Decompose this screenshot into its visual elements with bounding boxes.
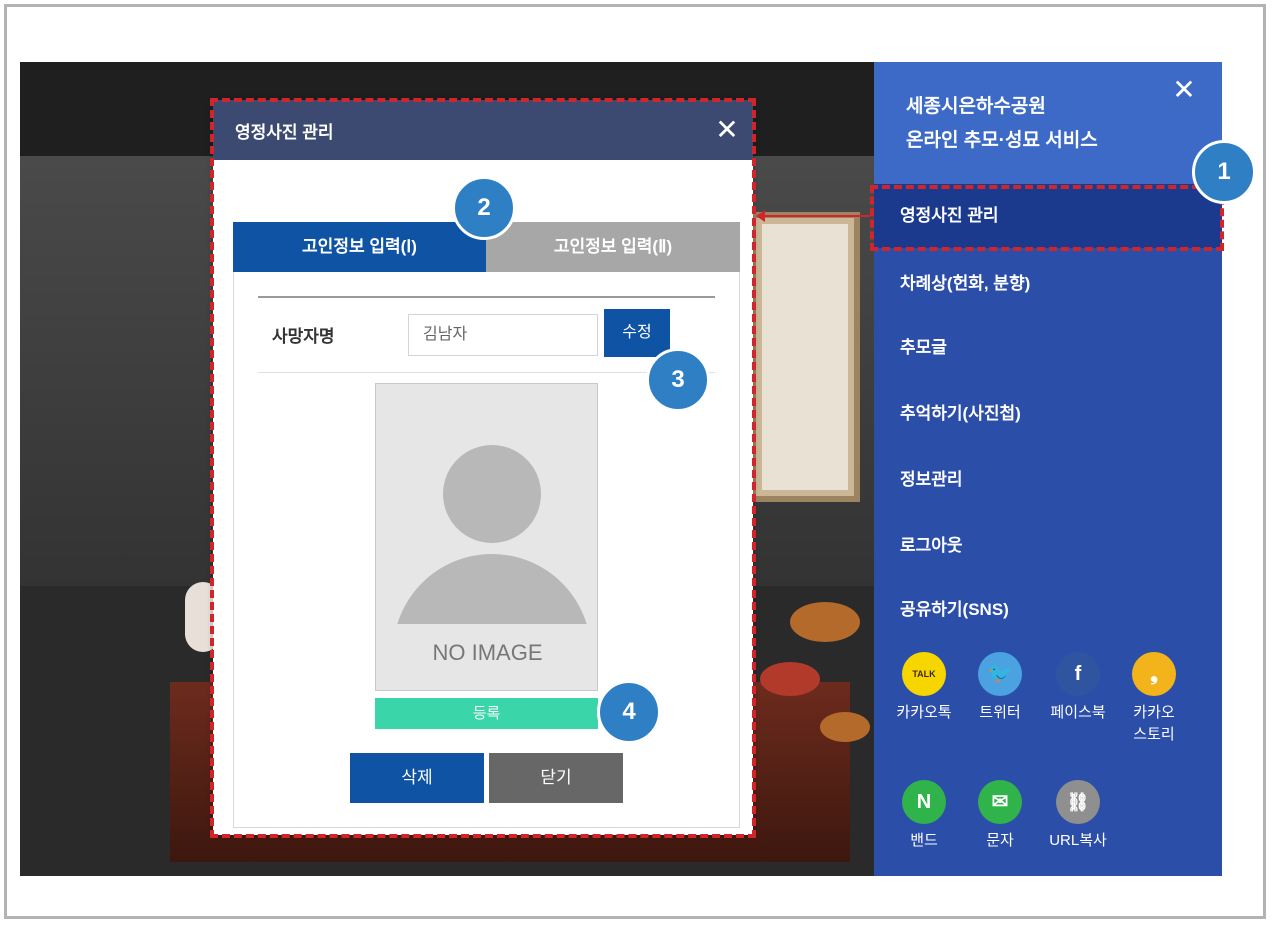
annotation-badge-2: 2 <box>452 176 516 240</box>
link-icon: ⛓ <box>1056 780 1100 824</box>
modal-close-icon[interactable]: ✕ <box>711 114 743 146</box>
annotation-arrow-head <box>756 210 765 222</box>
side-menu-title: 세종시은하수공원 온라인 추모·성묘 서비스 <box>906 96 1098 151</box>
register-photo-button[interactable]: 등록 <box>375 698 598 729</box>
share-band[interactable]: N 밴드 <box>886 780 962 852</box>
twitter-icon: 🐦 <box>978 652 1022 696</box>
deceased-name-label: 사망자명 <box>272 327 335 346</box>
share-kakaotalk[interactable]: TALK 카카오톡 <box>886 652 962 724</box>
modal-title: 영정사진 관리 <box>235 123 334 142</box>
fruit-plate <box>760 662 820 696</box>
side-menu: 세종시은하수공원 온라인 추모·성묘 서비스 ✕ 영정사진 관리 차례상(헌화,… <box>874 62 1222 876</box>
delete-button[interactable]: 삭제 <box>350 753 484 803</box>
avatar-head-icon <box>443 445 541 543</box>
facebook-icon: f <box>1056 652 1100 696</box>
share-url-copy[interactable]: ⛓ URL복사 <box>1040 780 1116 852</box>
menu-item-share-sns[interactable]: 공유하기(SNS) <box>874 578 1222 642</box>
side-menu-close-icon[interactable]: ✕ <box>1168 74 1200 106</box>
share-facebook[interactable]: f 페이스북 <box>1040 652 1116 724</box>
memorial-portrait-frame <box>750 212 860 502</box>
share-kakaostory[interactable]: ❟ 카카오 스토리 <box>1116 652 1192 746</box>
food-plate <box>790 602 860 642</box>
annotation-badge-3: 3 <box>646 348 710 412</box>
message-icon: ✉ <box>978 780 1022 824</box>
menu-item-logout[interactable]: 로그아웃 <box>874 514 1222 578</box>
tab-info-1[interactable]: 고인정보 입력(Ⅰ) <box>233 222 486 272</box>
close-button[interactable]: 닫기 <box>489 753 623 803</box>
menu-item-memorial-message[interactable]: 추모글 <box>874 316 1222 380</box>
kakaostory-icon: ❟ <box>1132 652 1176 696</box>
menu-item-info-management[interactable]: 정보관리 <box>874 448 1222 512</box>
side-menu-header: 세종시은하수공원 온라인 추모·성묘 서비스 ✕ <box>874 62 1222 184</box>
deceased-name-input[interactable]: 김남자 <box>408 314 598 356</box>
deceased-name-row: 사망자명 김남자 수정 <box>258 296 715 373</box>
menu-item-photo-album[interactable]: 추억하기(사진첩) <box>874 382 1222 446</box>
tab-info-2[interactable]: 고인정보 입력(Ⅱ) <box>486 222 740 272</box>
portrait-photo-placeholder: NO IMAGE <box>375 383 598 691</box>
menu-item-portrait[interactable]: 영정사진 관리 <box>874 184 1222 248</box>
menu-item-offering-table[interactable]: 차례상(헌화, 분향) <box>874 252 1222 316</box>
band-icon: N <box>902 780 946 824</box>
share-twitter[interactable]: 🐦 트위터 <box>962 652 1038 724</box>
no-image-label: NO IMAGE <box>432 640 543 665</box>
share-message[interactable]: ✉ 문자 <box>962 780 1038 852</box>
modal-header: 영정사진 관리 ✕ <box>213 100 753 160</box>
kakaotalk-icon: TALK <box>902 652 946 696</box>
edit-name-button[interactable]: 수정 <box>604 309 670 357</box>
food-plate <box>820 712 870 742</box>
annotation-badge-1: 1 <box>1192 140 1256 204</box>
annotation-arrow <box>760 215 870 217</box>
annotation-badge-4: 4 <box>597 680 661 744</box>
